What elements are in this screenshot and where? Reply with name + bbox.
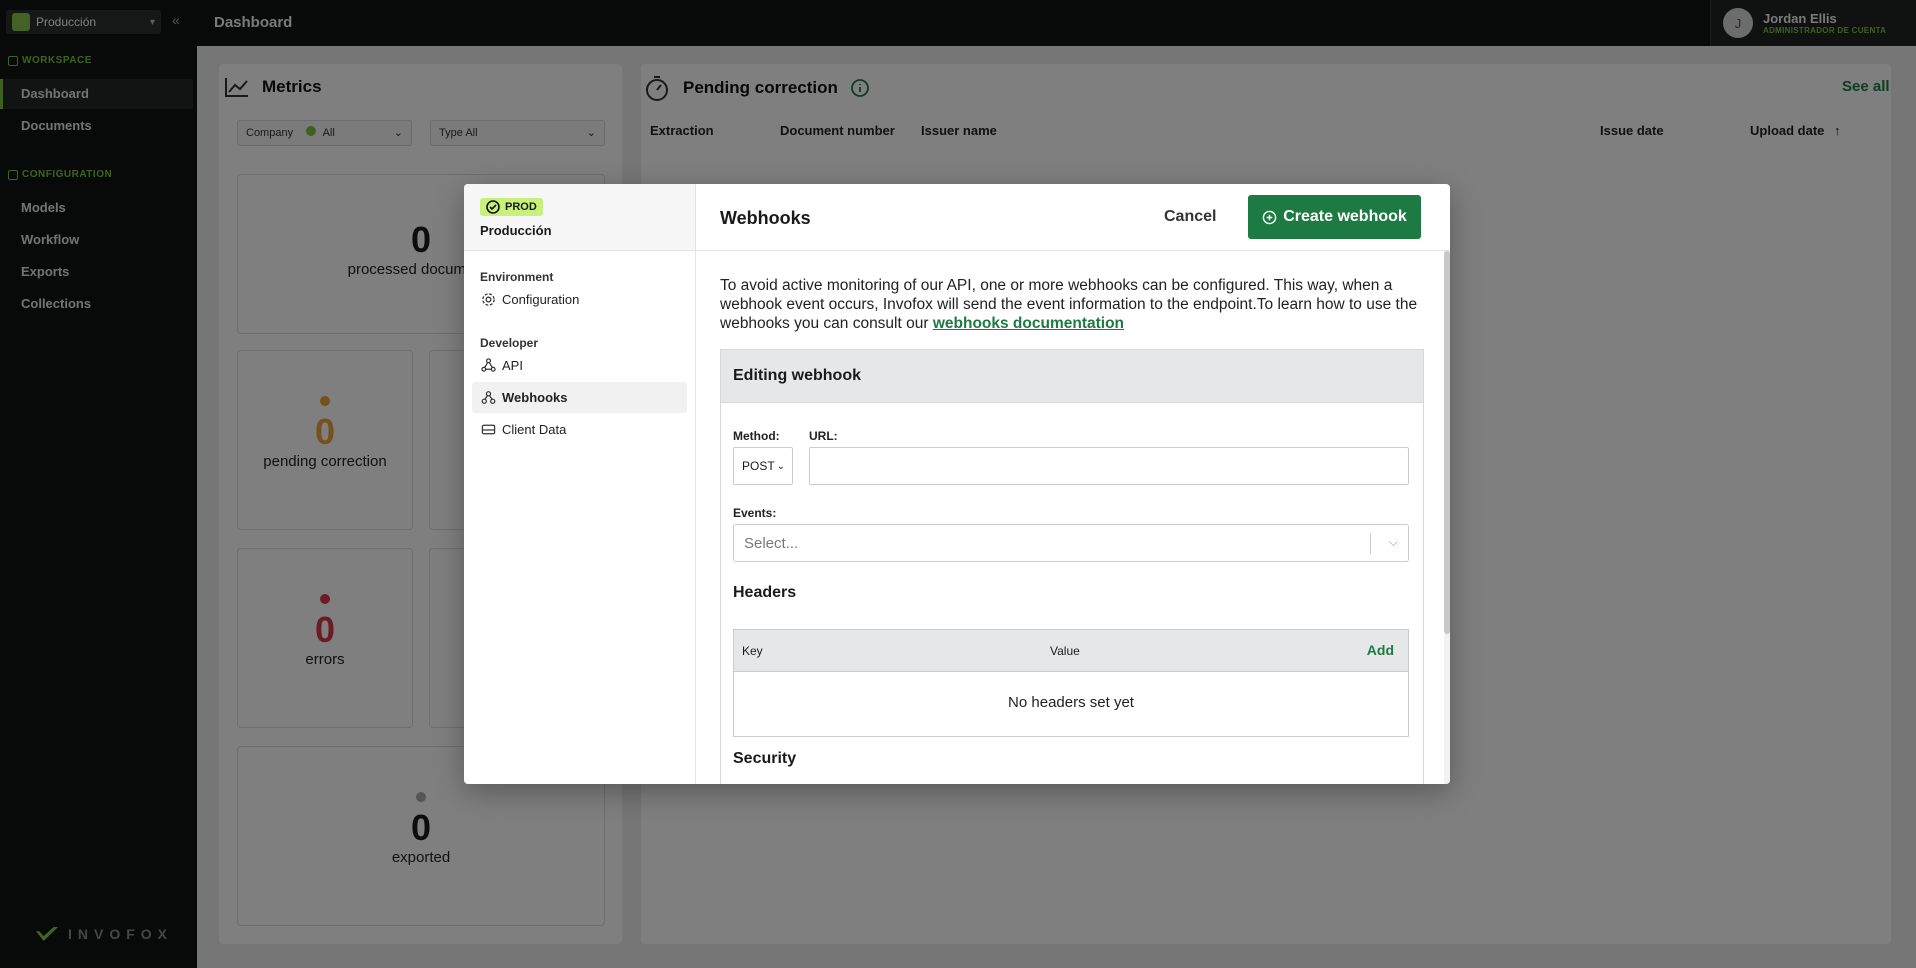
modal-body[interactable]: To avoid active monitoring of our API, o…: [696, 251, 1450, 784]
menu-webhooks[interactable]: Webhooks: [472, 382, 687, 413]
url-label: URL:: [809, 429, 838, 443]
menu-configuration-label: Configuration: [502, 292, 580, 307]
create-webhook-button[interactable]: Create webhook: [1248, 195, 1421, 239]
create-webhook-label: Create webhook: [1283, 208, 1407, 225]
security-title: Security: [733, 750, 797, 767]
modal-title: Webhooks: [720, 208, 811, 228]
menu-api[interactable]: API: [472, 350, 687, 381]
modal-header: Webhooks Cancel Create webhook: [696, 184, 1450, 251]
env-name: Producción: [480, 223, 552, 238]
group-environment: Environment: [480, 270, 554, 284]
header-value-col: Value: [1050, 644, 1080, 658]
group-developer: Developer: [480, 336, 539, 350]
headers-empty-state: No headers set yet: [1008, 694, 1134, 711]
environment-header: PROD Producción: [464, 184, 695, 251]
settings-modal: PROD Producción Environment Configuratio…: [464, 184, 1450, 784]
events-placeholder: Select...: [744, 534, 799, 552]
scrollbar-thumb[interactable]: [1444, 251, 1450, 634]
add-header-button[interactable]: Add: [1367, 642, 1394, 658]
menu-api-label: API: [502, 358, 523, 373]
database-drive-icon: [481, 422, 496, 437]
editing-webhook-form: Editing webhook Method: URL: POST ⌄ Even…: [720, 349, 1424, 784]
gear-icon: [481, 292, 496, 307]
api-nodes-icon: [481, 358, 496, 373]
modal-sidebar: PROD Producción Environment Configuratio…: [464, 184, 696, 784]
intro-text: To avoid active monitoring of our API, o…: [720, 276, 1430, 333]
menu-webhooks-label: Webhooks: [502, 390, 568, 405]
events-select[interactable]: Select... ⌵: [733, 524, 1409, 562]
menu-configuration[interactable]: Configuration: [472, 284, 687, 315]
menu-client-data-label: Client Data: [502, 422, 567, 437]
scrollbar[interactable]: [1444, 251, 1450, 784]
headers-title: Headers: [733, 584, 797, 601]
editing-webhook-title: Editing webhook: [721, 350, 1423, 403]
events-label: Events:: [733, 506, 777, 520]
chevron-down-icon: ⌵: [1388, 535, 1398, 549]
webhooks-docs-link[interactable]: webhooks documentation: [933, 315, 1124, 332]
method-label: Method:: [733, 429, 780, 443]
cancel-button[interactable]: Cancel: [1164, 208, 1216, 226]
env-badge-label: PROD: [505, 201, 537, 213]
method-select[interactable]: POST ⌄: [733, 447, 793, 485]
method-value: POST: [742, 459, 775, 473]
headers-table: Key Value Add No headers set yet: [733, 629, 1409, 737]
env-badge: PROD: [480, 198, 543, 216]
chevron-down-icon: ⌄: [776, 460, 786, 472]
prod-env-icon: [486, 200, 500, 214]
plus-circle-icon: [1262, 210, 1277, 224]
headers-table-head: Key Value Add: [734, 630, 1408, 672]
webhook-icon: [481, 390, 496, 405]
menu-client-data[interactable]: Client Data: [472, 414, 687, 445]
header-key-col: Key: [742, 644, 763, 658]
select-divider: [1370, 533, 1371, 554]
url-input[interactable]: [809, 447, 1409, 485]
